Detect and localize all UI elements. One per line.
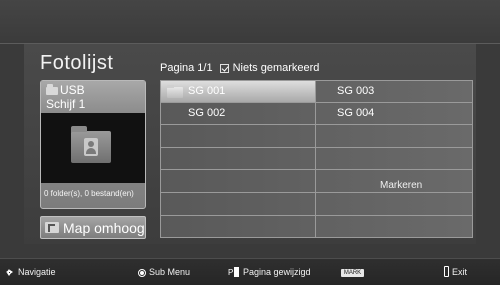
device-card[interactable]: USB Schijf 1 0 folder(s), 0 bestand(en) [40,80,146,209]
footer-submenu: Sub Menu [149,267,191,277]
grid-divider [161,215,472,216]
page-indicator: Pagina 1/1 [160,62,213,74]
device-name-label: Schijf 1 [46,97,86,111]
ok-dot-icon [138,269,146,277]
list-item[interactable]: SG 003 [316,81,472,102]
folder-up-button[interactable]: Map omhoog [40,216,146,239]
top-band [0,0,500,44]
list-item-label: SG 002 [188,107,226,119]
photo-folder-icon [71,126,111,163]
checkbox-icon [219,63,229,73]
device-type-label: USB [60,83,85,97]
device-counts: 0 folder(s), 0 bestand(en) [44,189,134,198]
person-icon [84,138,98,156]
page-key-icon: P [228,267,240,277]
grid-divider [161,124,472,125]
list-item[interactable]: SG 004 [316,103,472,124]
grid-divider [161,192,472,193]
list-item[interactable]: SG 001 [161,81,315,102]
navigation-arrows-icon [5,268,14,277]
footer-page-changed: Pagina gewijzigd [243,267,311,277]
page-title: Fotolijst [40,52,114,74]
list-item-label: SG 003 [337,85,375,97]
folder-up-label: Map omhoog [63,220,145,236]
up-folder-icon [45,222,59,233]
device-preview [41,113,145,183]
footer-help-bar: Navigatie Sub Menu P Pagina gewijzigd MA… [0,258,500,285]
mark-label: Markeren [380,180,423,191]
usb-icon [46,84,58,95]
list-item[interactable]: SG 002 [161,103,315,124]
grid-divider [161,147,472,148]
device-card-header: USB Schijf 1 [41,81,145,113]
marked-status: Niets gemarkeerd [232,62,320,74]
list-item-label: SG 004 [337,107,375,119]
list-item-label: SG 001 [188,85,226,97]
mark-key-icon: MARK [341,269,364,277]
footer-exit: Exit [452,267,468,277]
list-header: Pagina 1/1 Niets gemarkeerd [160,62,319,74]
grid-divider [161,169,472,170]
footer-navigation: Navigatie [18,267,56,277]
exit-icon [444,266,449,277]
folder-icon [167,85,183,98]
file-grid: SG 001 SG 003 SG 002 SG 004 [160,80,473,238]
